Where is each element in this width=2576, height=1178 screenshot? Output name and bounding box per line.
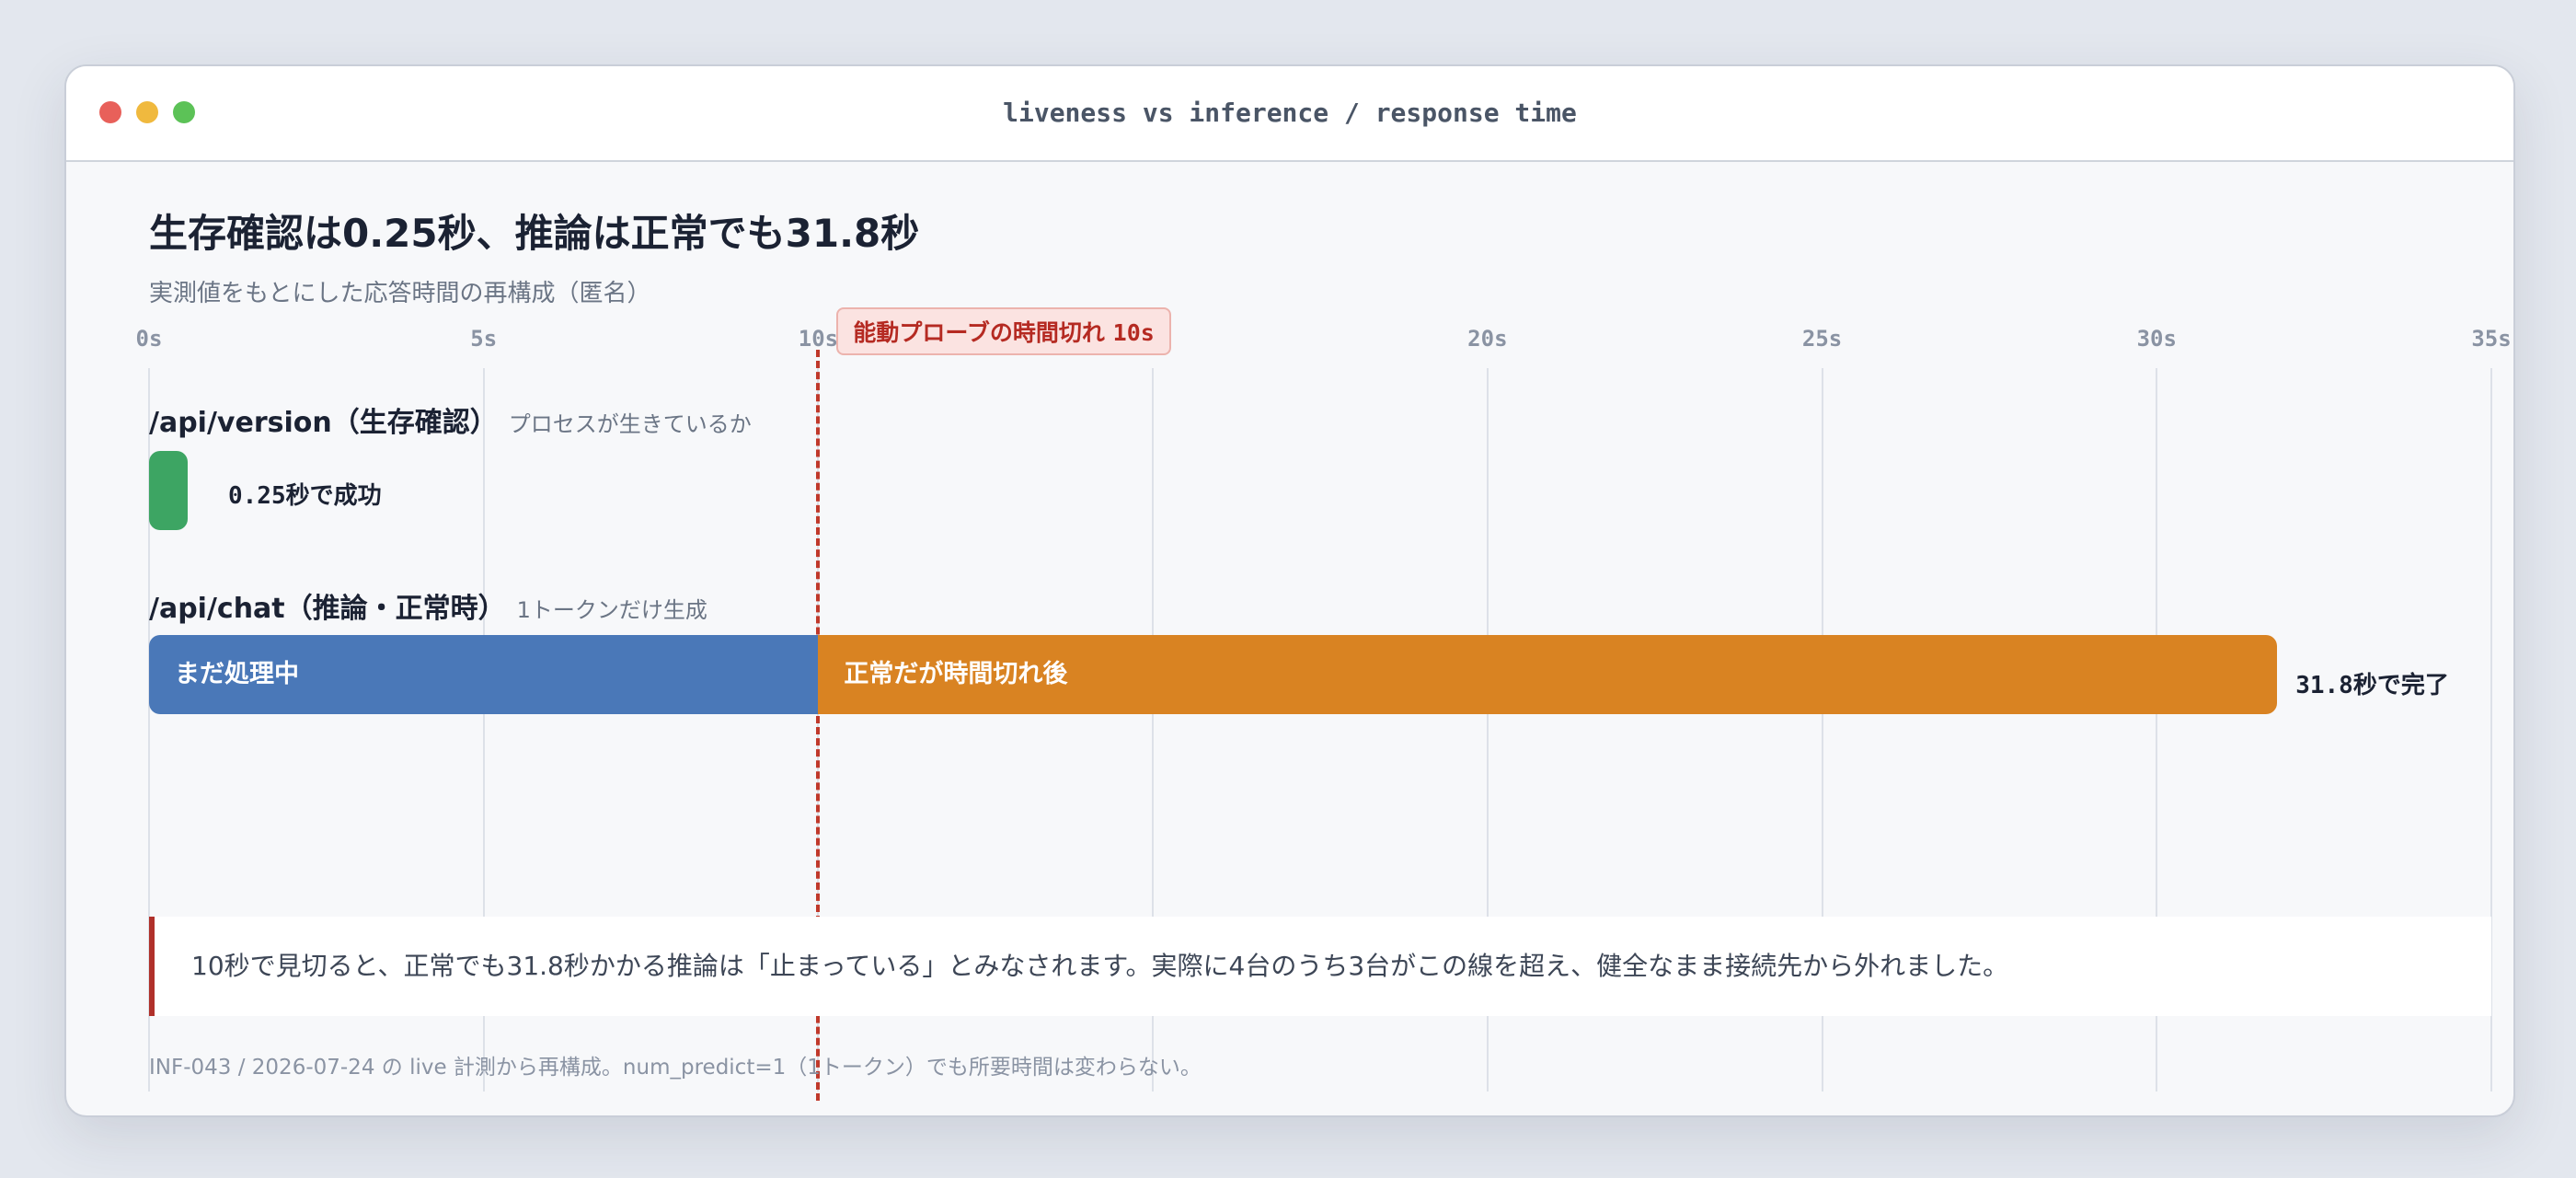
bar-chat-before-timeout: まだ処理中 xyxy=(149,635,819,714)
page-title: 生存確認は0.25秒、推論は正常でも31.8秒 xyxy=(149,211,920,256)
row-title-chat-text: /api/chat（推論・正常時） xyxy=(149,593,506,625)
chart-panel: 生存確認は0.25秒、推論は正常でも31.8秒 実測値をもとにした応答時間の再構… xyxy=(64,64,2512,1114)
bar-chat-after-timeout: 正常だが時間切れ後 xyxy=(818,635,2278,714)
tick-label-25s: 25s xyxy=(1801,326,1843,352)
callout-box: 10秒で見切ると、正常でも31.8秒かかる推論は「止まっている」とみなされます。… xyxy=(149,917,2491,1016)
row-note-version: プロセスが生きているか xyxy=(508,411,752,437)
row-title-version: /api/version（生存確認） プロセスが生きているか xyxy=(149,399,752,440)
tick-label-30s: 30s xyxy=(2136,326,2177,352)
bar-chat-before-label: まだ処理中 xyxy=(175,660,299,688)
tick-label-20s: 20s xyxy=(1467,326,1508,352)
row-title-version-text: /api/version（生存確認） xyxy=(149,407,498,439)
row-title-chat: /api/chat（推論・正常時） 1トークンだけ生成 xyxy=(149,585,707,626)
row-note-chat: 1トークンだけ生成 xyxy=(516,597,707,623)
tick-label-0s: 0s xyxy=(135,326,163,352)
bar-chat-after-label: 正常だが時間切れ後 xyxy=(844,660,1068,688)
threshold-badge: 能動プローブの時間切れ 10s xyxy=(836,307,1171,355)
callout-text: 10秒で見切ると、正常でも31.8秒かかる推論は「止まっている」とみなされます。… xyxy=(191,951,2009,981)
tick-label-35s: 35s xyxy=(2471,326,2512,352)
tick-label-10s: 10s xyxy=(798,326,839,352)
bar-version-liveness xyxy=(149,451,188,530)
footnote: INF-043 / 2026-07-24 の live 計測から再構成。num_… xyxy=(149,1056,1202,1080)
end-label-version: 0.25秒で成功 xyxy=(228,482,382,510)
tick-label-5s: 5s xyxy=(470,326,498,352)
threshold-label: 能動プローブの時間切れ xyxy=(853,319,1105,346)
page-subtitle: 実測値をもとにした応答時間の再構成（匿名） xyxy=(149,280,651,307)
threshold-value: 10s xyxy=(1112,319,1155,346)
end-label-chat: 31.8秒で完了 xyxy=(2295,672,2449,699)
